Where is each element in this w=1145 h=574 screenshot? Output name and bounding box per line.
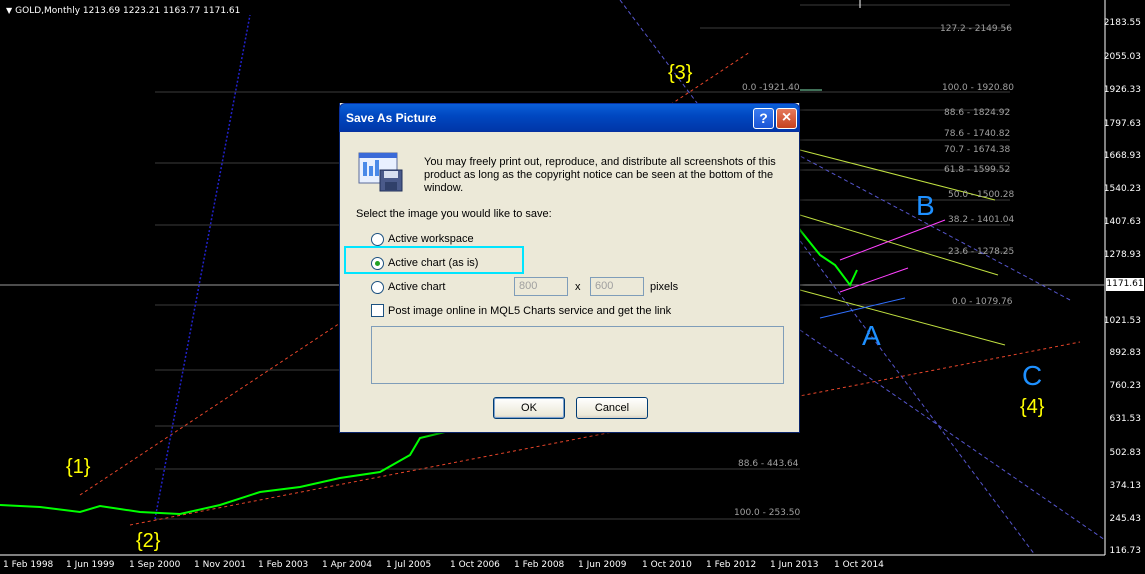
date-tick: 1 Feb 2012 (706, 560, 757, 570)
fib-label: 127.2 - 2149.56 (940, 24, 1012, 34)
date-tick: 1 Oct 2014 (834, 560, 884, 570)
dimension-separator: x (575, 281, 581, 293)
copyright-notice: You may freely print out, reproduce, and… (424, 156, 776, 194)
caret-down-icon: ▼ (6, 6, 13, 15)
price-tick: 1797.63 (1103, 119, 1141, 129)
dialog-title: Save As Picture (346, 111, 437, 125)
wave-label-4: {4} (1020, 396, 1045, 418)
height-input[interactable]: 600 (590, 277, 644, 296)
fib-label: 88.6 - 443.64 (738, 459, 799, 469)
ok-button[interactable]: OK (493, 397, 565, 419)
fib-label: 100.0 - 1920.80 (942, 83, 1014, 93)
option-label: Active chart (as is) (388, 257, 479, 269)
price-tick: 1278.93 (1103, 250, 1141, 260)
post-online-label: Post image online in MQL5 Charts service… (388, 304, 672, 317)
dialog-body: You may freely print out, reproduce, and… (340, 132, 799, 432)
price-tick: 760.23 (1109, 381, 1142, 391)
pixels-label: pixels (650, 281, 679, 293)
close-button[interactable]: × (776, 108, 797, 129)
fib-label: 70.7 - 1674.38 (944, 145, 1011, 155)
price-tick: 1926.33 (1103, 85, 1141, 95)
fib-label: 78.6 - 1740.82 (944, 129, 1011, 139)
wave-label-3: {3} (668, 62, 693, 84)
price-tick: 631.53 (1109, 414, 1142, 424)
chart-title-text: GOLD,Monthly 1213.69 1223.21 1163.77 117… (15, 6, 241, 16)
price-tick: 116.73 (1109, 546, 1142, 556)
fib-label: 61.8 - 1599.52 (944, 165, 1011, 175)
fib-label: 88.6 - 1824.92 (944, 108, 1011, 118)
wave-label-c: C (1022, 360, 1043, 391)
magenta-line-2 (839, 267, 909, 293)
date-tick: 1 Oct 2006 (450, 560, 500, 570)
price-tick: 1540.23 (1103, 184, 1141, 194)
date-tick: 1 Feb 2008 (514, 560, 565, 570)
date-tick: 1 Jun 2013 (770, 560, 819, 570)
cancel-button[interactable]: Cancel (576, 397, 648, 419)
fib-label: 50.0 - 1500.28 (948, 190, 1015, 200)
wave-label-1: {1} (66, 456, 91, 478)
width-input[interactable]: 800 (514, 277, 568, 296)
option-label: Active workspace (388, 233, 474, 245)
channel-line-3 (799, 329, 1106, 541)
post-online-checkbox[interactable] (371, 304, 384, 317)
date-tick: 1 Jun 1999 (66, 560, 115, 570)
fib-label: 100.0 - 253.50 (734, 508, 801, 518)
date-tick: 1 Sep 2000 (129, 560, 181, 570)
current-price-badge: 1171.61 (1106, 278, 1144, 291)
option-label: Active chart (388, 281, 446, 293)
date-tick: 1 Jun 2009 (578, 560, 627, 570)
help-button[interactable]: ? (753, 108, 774, 129)
date-tick: 1 Oct 2010 (642, 560, 692, 570)
chart-title: ▼ GOLD,Monthly 1213.69 1223.21 1163.77 11… (6, 6, 240, 16)
price-tick: 2183.55 (1103, 18, 1141, 28)
option-active-chart-as-is[interactable]: Active chart (as is) (371, 255, 478, 271)
save-as-picture-dialog: Save As Picture ? × You may freely print… (339, 103, 800, 433)
fib-label: 0.0 -1921.40 (742, 83, 800, 93)
price-tick: 2055.03 (1103, 52, 1141, 62)
price-tick: 892.83 (1109, 348, 1142, 358)
save-picture-icon (358, 152, 403, 192)
dialog-titlebar[interactable]: Save As Picture ? × (339, 103, 800, 132)
fib-label: 38.2 - 1401.04 (948, 215, 1015, 225)
radio-button-checked[interactable] (371, 256, 384, 270)
option-active-workspace[interactable]: Active workspace (371, 231, 474, 247)
date-tick: 1 Feb 1998 (3, 560, 54, 570)
date-tick: 1 Apr 2004 (322, 560, 372, 570)
date-tick: 1 Jul 2005 (386, 560, 432, 570)
price-tick: 1021.53 (1103, 316, 1141, 326)
post-online-option[interactable]: Post image online in MQL5 Charts service… (371, 304, 671, 317)
price-tick: 1407.63 (1103, 217, 1141, 227)
fib-label: 23.6 - 1278.25 (948, 247, 1015, 257)
fan-line-blue (154, 14, 251, 520)
date-tick: 1 Feb 2003 (258, 560, 309, 570)
radio-button[interactable] (371, 232, 384, 246)
option-active-chart[interactable]: Active chart (371, 279, 445, 295)
fib-label: 0.0 - 1079.76 (952, 297, 1013, 307)
wave-label-a: A (862, 320, 881, 351)
price-tick: 1668.93 (1103, 151, 1141, 161)
wave-label-b: B (916, 190, 935, 221)
date-tick: 1 Nov 2001 (194, 560, 246, 570)
price-tick: 245.43 (1109, 514, 1142, 524)
price-tick: 502.83 (1109, 448, 1142, 458)
wave-label-2: {2} (136, 530, 161, 552)
selection-prompt: Select the image you would like to save: (356, 208, 552, 220)
price-tick: 374.13 (1109, 481, 1142, 491)
radio-button[interactable] (371, 280, 384, 294)
link-output-box[interactable] (371, 326, 784, 384)
